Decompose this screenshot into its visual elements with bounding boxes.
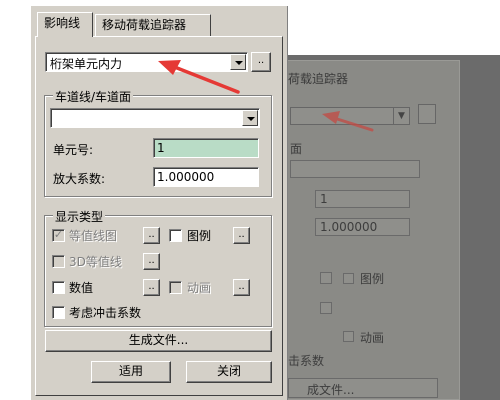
annotation-arrow-ghost xyxy=(322,111,374,132)
tab-influence-line[interactable]: 影响线 xyxy=(37,12,93,37)
annotation-arrow-main xyxy=(158,60,240,94)
tab-influence-line-label: 影响线 xyxy=(44,16,81,30)
annotation-arrows xyxy=(158,60,374,132)
